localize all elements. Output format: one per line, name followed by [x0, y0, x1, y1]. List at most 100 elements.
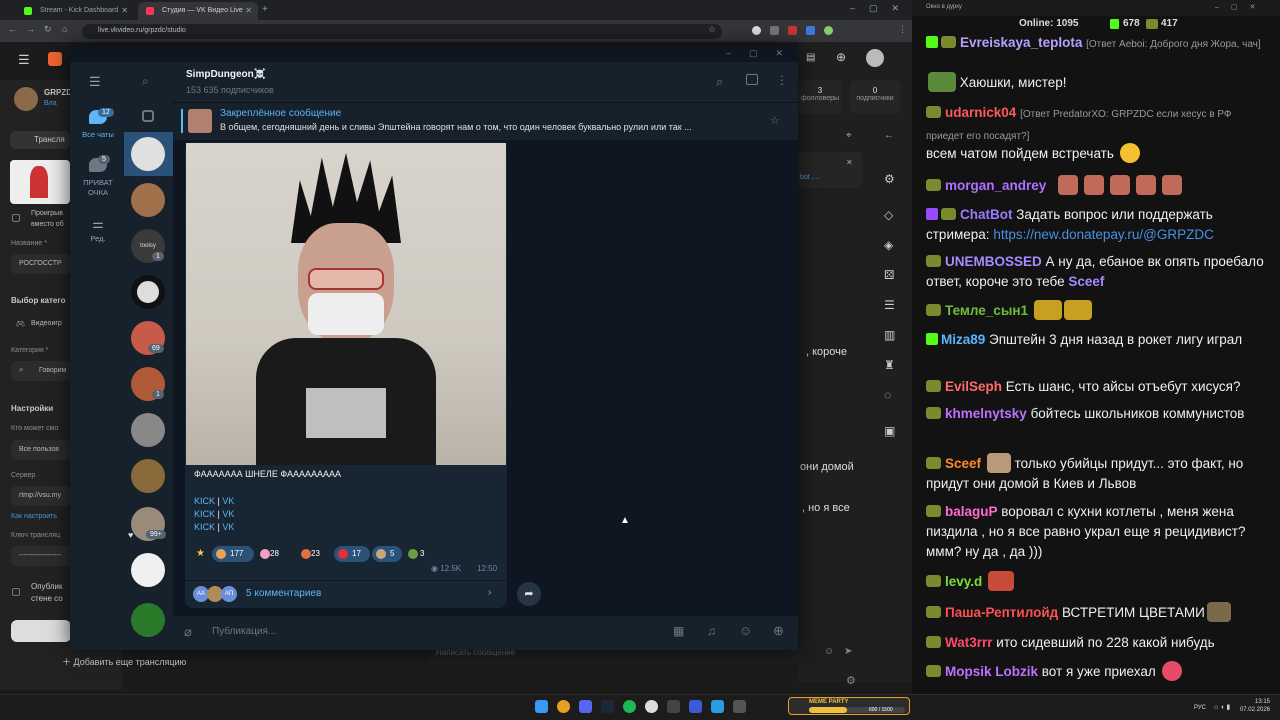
vk-link[interactable]: VK: [222, 496, 234, 506]
chat-username[interactable]: Mopsik Lobzik: [945, 664, 1038, 679]
checkbox[interactable]: [12, 214, 20, 222]
microphone-icon[interactable]: ⊕: [773, 623, 784, 639]
meme-party-widget[interactable]: MEME PARTY 600 / 1500: [788, 697, 910, 715]
back-arrow-icon[interactable]: ←: [884, 130, 894, 141]
chat-username[interactable]: UNEMBOSSED: [945, 254, 1042, 269]
extension-icon[interactable]: [770, 26, 779, 35]
steam-icon[interactable]: [601, 700, 614, 713]
close-icon[interactable]: ✕: [245, 6, 252, 15]
new-tab-button[interactable]: +: [262, 4, 268, 15]
reaction[interactable]: 5: [372, 546, 402, 562]
chat-avatar[interactable]: [131, 553, 165, 587]
app-icon[interactable]: [689, 700, 702, 713]
star-reaction-icon[interactable]: ★: [196, 548, 205, 559]
extension-icon[interactable]: [788, 26, 797, 35]
server-input[interactable]: rtmp://vsu.my: [11, 486, 71, 506]
extension-icon[interactable]: [806, 26, 815, 35]
overlay-icon[interactable]: ▣: [884, 424, 895, 438]
chat-username[interactable]: levy.d: [945, 574, 982, 589]
attach-icon[interactable]: ⌀: [184, 624, 192, 640]
archive-icon[interactable]: [142, 110, 154, 122]
folder-private[interactable]: ПРИВАТ ОЧКА: [78, 158, 118, 198]
bell-icon[interactable]: ♫: [707, 624, 716, 638]
chat-avatar[interactable]: [131, 137, 165, 171]
search-icon[interactable]: ⌕: [142, 74, 149, 89]
obs-icon[interactable]: [645, 700, 658, 713]
who-can-watch-select[interactable]: Все пользов: [11, 440, 71, 460]
emoji-icon[interactable]: ☺: [739, 623, 752, 638]
name-input[interactable]: РОСГОССТР: [11, 254, 71, 274]
close-icon[interactable]: ✕: [121, 6, 128, 15]
reaction[interactable]: 3: [408, 546, 434, 562]
reaction[interactable]: 28: [258, 546, 292, 562]
window-controls[interactable]: –▢✕: [726, 48, 801, 59]
chat-avatar[interactable]: [131, 459, 165, 493]
checkbox[interactable]: [12, 588, 20, 596]
category-game-option[interactable]: Видеоигр: [31, 320, 62, 327]
trophy-icon[interactable]: ♜: [884, 358, 895, 372]
video-icon[interactable]: ▤: [806, 52, 815, 63]
profile-icon[interactable]: [824, 26, 833, 35]
comments-button[interactable]: AA AП 5 комментариев ›: [185, 581, 507, 607]
window-controls[interactable]: –▢✕: [850, 3, 913, 14]
tab-kick-dashboard[interactable]: Stream - Kick Dashboard ✕: [16, 2, 134, 20]
tab-vk-studio[interactable]: Студия — VK Видео Live ✕: [138, 2, 258, 20]
close-icon[interactable]: ✕: [846, 158, 853, 167]
chat-avatar[interactable]: [131, 413, 165, 447]
bookmark-star-icon[interactable]: ☆: [708, 24, 716, 35]
chat-username[interactable]: balaguP: [945, 504, 998, 519]
chat-username[interactable]: Sceef: [945, 456, 981, 471]
chat-username[interactable]: ChatBot: [960, 207, 1013, 222]
chat-username[interactable]: Evreiskaya_teplota: [960, 35, 1082, 50]
sidebar-toggle-icon[interactable]: [746, 74, 758, 85]
chat-avatar[interactable]: [131, 183, 165, 217]
chat-bubble-icon[interactable]: ◌: [884, 388, 891, 402]
telegram-icon[interactable]: [711, 700, 724, 713]
donate-link[interactable]: https://new.donatepay.ru/@GRPZDC: [993, 227, 1214, 242]
howto-link[interactable]: Как настроить: [11, 513, 57, 520]
emoji-icon[interactable]: ☺: [824, 646, 834, 657]
diamond-icon[interactable]: ◇: [884, 208, 893, 222]
hamburger-menu-icon[interactable]: ☰: [18, 52, 30, 68]
chat-avatar[interactable]: [131, 603, 165, 637]
start-icon[interactable]: [535, 700, 548, 713]
chat-username[interactable]: EvilSeph: [945, 379, 1002, 394]
chat-username[interactable]: Темле_сын1: [945, 303, 1028, 318]
stats-icon[interactable]: ▥: [884, 328, 895, 342]
search-icon[interactable]: ⌕: [716, 74, 723, 90]
mention[interactable]: Sceef: [1068, 274, 1104, 289]
settings-gear-icon[interactable]: ⚙: [884, 172, 895, 186]
gem-icon[interactable]: ◈: [884, 238, 893, 252]
add-icon[interactable]: ⊕: [836, 50, 846, 64]
dice-icon[interactable]: ⚄: [884, 268, 894, 282]
language-indicator[interactable]: РУС: [1194, 705, 1206, 711]
url-field[interactable]: live.vkvideo.ru/grpzdc/studio: [82, 24, 722, 39]
kick-link[interactable]: KICK: [194, 509, 215, 519]
kick-link[interactable]: KICK: [194, 522, 215, 532]
chrome-icon[interactable]: [557, 700, 570, 713]
folder-edit[interactable]: ⚌ Ред.: [78, 216, 118, 243]
reaction[interactable]: 177: [212, 546, 254, 562]
stream-preview-thumbnail[interactable]: [10, 160, 70, 204]
vk-video-logo[interactable]: [48, 52, 62, 66]
avatar[interactable]: [866, 49, 884, 67]
window-controls[interactable]: –▢✕: [1215, 3, 1267, 11]
spotify-icon[interactable]: [623, 700, 636, 713]
tab-translation[interactable]: Трансля: [10, 131, 70, 149]
discord-icon[interactable]: [579, 700, 592, 713]
pinned-list-icon[interactable]: ☆: [770, 114, 780, 127]
schedule-icon[interactable]: ▦: [673, 624, 684, 638]
extension-icon[interactable]: [752, 26, 761, 35]
share-button[interactable]: ➦: [517, 582, 541, 606]
chat-username[interactable]: khmelnytsky: [945, 406, 1027, 421]
chat-username[interactable]: udarnick04: [945, 105, 1016, 120]
send-icon[interactable]: ➤: [844, 646, 852, 657]
hamburger-menu-icon[interactable]: ☰: [89, 74, 101, 90]
kick-link[interactable]: KICK: [194, 496, 215, 506]
clock[interactable]: 13:15 07.02.2026: [1228, 698, 1270, 714]
list-icon[interactable]: ☰: [884, 298, 895, 312]
pin-icon[interactable]: ⌖: [846, 130, 852, 141]
app-icon[interactable]: [733, 700, 746, 713]
reaction[interactable]: 23: [299, 546, 333, 562]
settings-gear-icon[interactable]: ⚙: [846, 674, 856, 687]
